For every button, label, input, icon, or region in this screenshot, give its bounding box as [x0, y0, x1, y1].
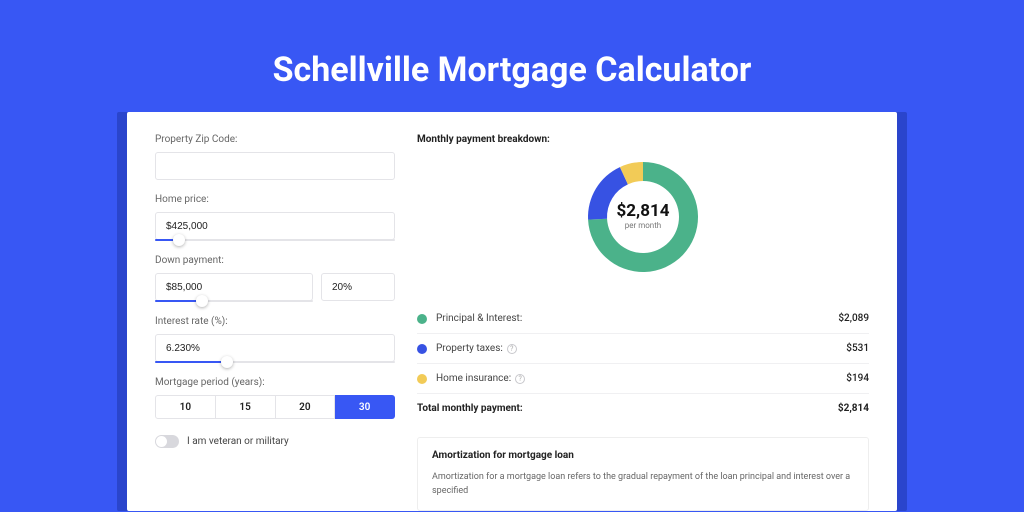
legend-row: Principal & Interest: $2,089 [417, 304, 869, 334]
legend: Principal & Interest: $2,089 Property taxe… [417, 297, 869, 437]
period-option-10[interactable]: 10 [155, 395, 216, 419]
total-label: Total monthly payment: [417, 403, 523, 414]
info-icon[interactable]: ? [507, 344, 517, 354]
amortization-box: Amortization for mortgage loan Amortizat… [417, 437, 869, 511]
slider-thumb-icon[interactable] [173, 234, 185, 246]
page-title: Schellville Mortgage Calculator [0, 50, 1024, 90]
form-column: Property Zip Code: Home price: Down paym… [155, 134, 395, 511]
down-payment-input[interactable] [155, 273, 313, 301]
legend-label: Principal & Interest: [436, 313, 522, 324]
home-price-slider[interactable] [155, 239, 395, 241]
amortization-text: Amortization for a mortgage loan refers … [432, 471, 854, 498]
period-option-15[interactable]: 15 [216, 395, 276, 419]
zip-label: Property Zip Code: [155, 134, 395, 145]
legend-label: Property taxes: [436, 343, 503, 354]
legend-total-row: Total monthly payment: $2,814 [417, 394, 869, 423]
legend-row: Property taxes:? $531 [417, 334, 869, 364]
legend-value: $194 [846, 373, 869, 384]
veteran-row: I am veteran or military [155, 435, 395, 448]
down-payment-slider[interactable] [155, 300, 313, 302]
veteran-label: I am veteran or military [187, 436, 289, 447]
legend-swatch-icon [417, 344, 427, 354]
down-payment-field: Down payment: [155, 255, 395, 302]
home-price-input[interactable] [155, 212, 395, 240]
calculator-panel: Property Zip Code: Home price: Down paym… [127, 112, 897, 511]
breakdown-heading: Monthly payment breakdown: [417, 134, 869, 145]
period-label: Mortgage period (years): [155, 377, 395, 388]
legend-value: $531 [846, 343, 869, 354]
legend-swatch-icon [417, 374, 427, 384]
period-option-30[interactable]: 30 [335, 395, 395, 419]
donut-center-amount: $2,814 [617, 201, 670, 221]
interest-label: Interest rate (%): [155, 316, 395, 327]
total-value: $2,814 [838, 403, 869, 414]
down-payment-label: Down payment: [155, 255, 395, 266]
interest-slider[interactable] [155, 361, 395, 363]
panel-shadow: Property Zip Code: Home price: Down paym… [117, 112, 907, 511]
slider-thumb-icon[interactable] [221, 356, 233, 368]
down-payment-pct-input[interactable] [321, 273, 395, 301]
legend-value: $2,089 [838, 313, 869, 324]
donut-center-sub: per month [625, 221, 661, 230]
breakdown-column: Monthly payment breakdown: $2,814per mon… [417, 134, 869, 511]
info-icon[interactable]: ? [515, 374, 525, 384]
legend-swatch-icon [417, 314, 427, 324]
interest-input[interactable] [155, 334, 395, 362]
period-field: Mortgage period (years): 10152030 [155, 377, 395, 419]
legend-label: Home insurance: [436, 373, 511, 384]
zip-input[interactable] [155, 152, 395, 180]
amortization-title: Amortization for mortgage loan [432, 450, 854, 461]
interest-field: Interest rate (%): [155, 316, 395, 363]
period-options: 10152030 [155, 395, 395, 419]
slider-thumb-icon[interactable] [196, 295, 208, 307]
period-option-20[interactable]: 20 [276, 395, 336, 419]
home-price-label: Home price: [155, 194, 395, 205]
home-price-field: Home price: [155, 194, 395, 241]
veteran-toggle[interactable] [155, 435, 179, 448]
legend-row: Home insurance:? $194 [417, 364, 869, 394]
donut-chart: $2,814per month [417, 157, 869, 277]
zip-field: Property Zip Code: [155, 134, 395, 180]
